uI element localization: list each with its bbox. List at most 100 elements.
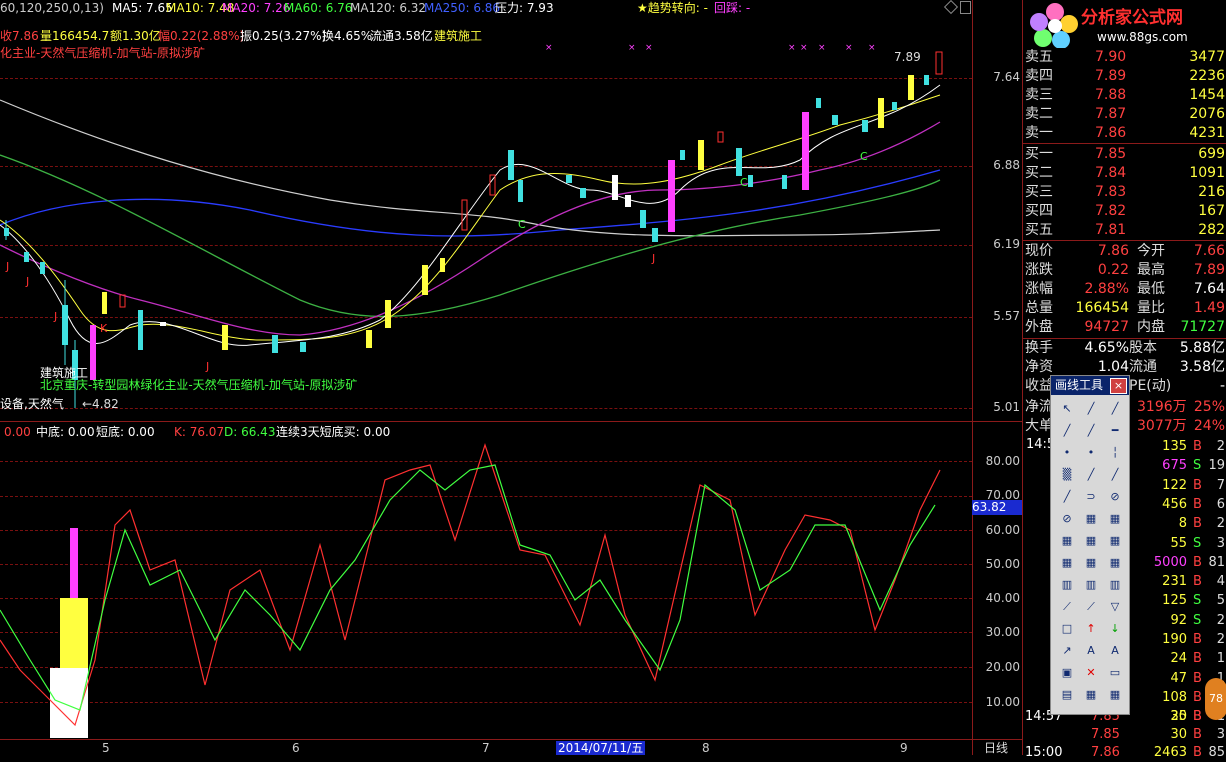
quote2-value: -: [1219, 378, 1225, 394]
quote2-row: 换手 4.65% 股本 5.88亿: [1025, 339, 1225, 358]
wave-icon[interactable]: ▥: [1081, 576, 1101, 594]
indicator-k: K: 76.07: [174, 425, 225, 439]
ray-icon[interactable]: ╱: [1105, 400, 1125, 418]
rectangle-icon[interactable]: □: [1057, 620, 1077, 638]
grid-icon[interactable]: ▦: [1057, 554, 1077, 572]
horizontal-line-icon[interactable]: ━: [1105, 422, 1125, 440]
badge[interactable]: 78: [1205, 678, 1226, 720]
tick-count: 81: [1208, 554, 1225, 570]
bars-icon[interactable]: ▥: [1057, 576, 1077, 594]
tick-volume: 675: [1162, 458, 1187, 474]
ruler-icon[interactable]: ▦: [1105, 554, 1125, 572]
indicator-tick: 80.00: [985, 454, 1020, 468]
quote-label: 现价: [1025, 243, 1053, 259]
list-icon[interactable]: ▤: [1057, 686, 1077, 704]
sell-row[interactable]: 卖三 7.88 1454: [1025, 86, 1225, 105]
vertical-line-icon[interactable]: ╎: [1105, 444, 1125, 462]
logo-url: www.88gs.com: [1097, 30, 1188, 44]
segment-icon[interactable]: ╱: [1057, 422, 1077, 440]
date-tick: 6: [292, 741, 300, 755]
up-arrow-icon[interactable]: ↑: [1081, 620, 1101, 638]
price-axis-divider: [972, 0, 973, 755]
extend-line-icon[interactable]: ╱: [1081, 422, 1101, 440]
angle-icon[interactable]: ⟋: [1057, 598, 1077, 616]
delete-icon[interactable]: ✕: [1081, 664, 1101, 682]
sell-label: 卖二: [1025, 106, 1053, 122]
buy-row[interactable]: 买二 7.84 1091: [1025, 164, 1225, 183]
buy-row[interactable]: 买五 7.81 282: [1025, 221, 1225, 240]
tick-count: 1: [1216, 651, 1225, 667]
parallel-icon[interactable]: ╱: [1081, 466, 1101, 484]
wave2-icon[interactable]: ▥: [1105, 576, 1125, 594]
drawing-tool-panel[interactable]: 画线工具 × ↖ ╱ ╱ ╱ ╱ ━ • • ╎ ▒ ╱ ╱ ╱ ⊃ ⊘ ⊘ ▦ ▦ ▦ ▦ ▦ ▦ ▦ ▦ ▥ ▥ ▥ ⟋ ⟋ ▽ □ ↑ ↓…: [1050, 375, 1130, 715]
percent-icon[interactable]: ▒: [1057, 466, 1077, 484]
quote2-label: 股本: [1129, 340, 1157, 356]
quote2-label: PE(动): [1129, 378, 1172, 394]
close-icon[interactable]: ×: [1110, 378, 1127, 394]
speed-icon[interactable]: ⟋: [1081, 598, 1101, 616]
quote-value: 0.22: [1097, 262, 1129, 278]
svg-text:×: ×: [545, 43, 553, 53]
tail-volume: 30: [1170, 727, 1187, 742]
tail-row: 15:00 7.86 2463 B 85: [1025, 743, 1225, 762]
quote-label: 今开: [1137, 243, 1165, 259]
pointer-icon[interactable]: ↖: [1057, 400, 1077, 418]
point-icon[interactable]: •: [1081, 444, 1101, 462]
sell-row[interactable]: 卖四 7.89 2236: [1025, 67, 1225, 86]
sell-row[interactable]: 卖二 7.87 2076: [1025, 105, 1225, 124]
buy-row[interactable]: 买四 7.82 167: [1025, 202, 1225, 221]
sell-price: 7.87: [1095, 106, 1127, 122]
period-label[interactable]: 日线: [984, 741, 1008, 755]
fib-line-icon[interactable]: ▦: [1081, 532, 1101, 550]
sell-row[interactable]: 卖五 7.90 3477: [1025, 48, 1225, 67]
tick-volume: 456: [1162, 496, 1187, 512]
quote2-value: 3.58亿: [1179, 359, 1225, 375]
time-zone-icon[interactable]: ▦: [1081, 554, 1101, 572]
tail-price: 7.85: [1091, 727, 1120, 742]
tick-volume: 108: [1162, 689, 1187, 705]
signal-letter: C: [740, 176, 748, 189]
buy-row[interactable]: 买一 7.85 699: [1025, 145, 1225, 164]
tick-side: S: [1193, 458, 1202, 474]
box-icon[interactable]: ▦: [1105, 532, 1125, 550]
sell-row[interactable]: 卖一 7.86 4231: [1025, 124, 1225, 143]
quote-row: 涨跌 0.22 最高 7.89: [1025, 261, 1225, 280]
fib-icon[interactable]: ▦: [1057, 532, 1077, 550]
buy-row[interactable]: 买三 7.83 216: [1025, 183, 1225, 202]
arrow-icon[interactable]: ↗: [1057, 642, 1077, 660]
quote-label: 最低: [1137, 281, 1165, 297]
arc-icon[interactable]: ⊃: [1081, 488, 1101, 506]
signal-letter: J: [205, 360, 209, 373]
tick-count: 7: [1216, 477, 1225, 493]
tick-volume: 122: [1162, 477, 1187, 493]
kline-chart[interactable]: × × × × × × × × J J J K J C J C C: [0, 40, 972, 420]
diamond-icon[interactable]: [943, 0, 959, 15]
window-icon[interactable]: [960, 1, 971, 14]
line-icon[interactable]: ╱: [1081, 400, 1101, 418]
ma20-value: MA20: 7.26: [222, 1, 291, 15]
fill-icon[interactable]: ▣: [1057, 664, 1077, 682]
keyboard-icon[interactable]: ▦: [1081, 686, 1101, 704]
gann-icon[interactable]: ▦: [1081, 510, 1101, 528]
buy-label: 买一: [1025, 146, 1053, 162]
down-arrow-icon[interactable]: ↓: [1105, 620, 1125, 638]
tick-volume: 24: [1170, 651, 1187, 667]
circle-icon[interactable]: ⊘: [1105, 488, 1125, 506]
sell-volume: 3477: [1189, 49, 1225, 65]
kd-indicator-chart[interactable]: [0, 440, 972, 740]
fan-icon[interactable]: ╱: [1057, 488, 1077, 506]
cycle-icon[interactable]: ⊘: [1057, 510, 1077, 528]
label-icon[interactable]: A: [1105, 642, 1125, 660]
hide-icon[interactable]: ▭: [1105, 664, 1125, 682]
logo-title: 分析家公式网: [1081, 8, 1183, 28]
dot-line-icon[interactable]: •: [1057, 444, 1077, 462]
text-icon[interactable]: A: [1081, 642, 1101, 660]
sell-label: 卖五: [1025, 49, 1053, 65]
save-icon[interactable]: ▦: [1105, 686, 1125, 704]
channel-icon[interactable]: ╱: [1105, 466, 1125, 484]
indicator-tick: 50.00: [985, 557, 1020, 571]
triangle-icon[interactable]: ▽: [1105, 598, 1125, 616]
gann-angle-icon[interactable]: ▦: [1105, 510, 1125, 528]
tail-volume: 2463: [1153, 745, 1187, 760]
tick-side: B: [1193, 496, 1202, 512]
